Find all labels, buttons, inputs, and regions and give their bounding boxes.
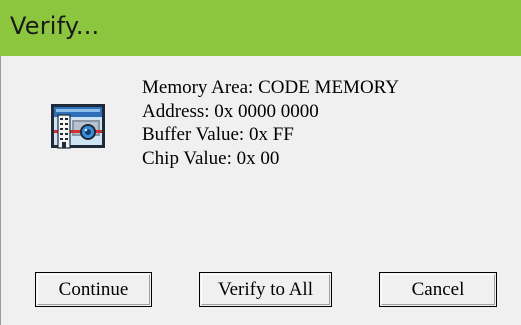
verify-info: Memory Area: CODE MEMORY Address: 0x 000… xyxy=(142,76,399,170)
address-text: Address: 0x 0000 0000 xyxy=(142,100,319,122)
cancel-button[interactable]: Cancel xyxy=(379,272,497,307)
chip-verify-icon xyxy=(51,104,105,149)
window-title: Verify... xyxy=(10,12,100,40)
verify-dialog: Verify... Memory Area: CODE MEMORY Addre… xyxy=(0,0,521,325)
memory-area-text: Memory Area: CODE MEMORY xyxy=(142,77,400,98)
buffer-value-text: Buffer Value: 0x FF xyxy=(142,124,294,145)
chip-value-text: Chip Value: 0x 00 xyxy=(142,147,280,169)
title-bar[interactable]: Verify... xyxy=(0,0,521,56)
left-border xyxy=(0,56,1,325)
verify-to-all-button[interactable]: Verify to All xyxy=(199,272,332,307)
continue-button[interactable]: Continue xyxy=(35,272,152,307)
